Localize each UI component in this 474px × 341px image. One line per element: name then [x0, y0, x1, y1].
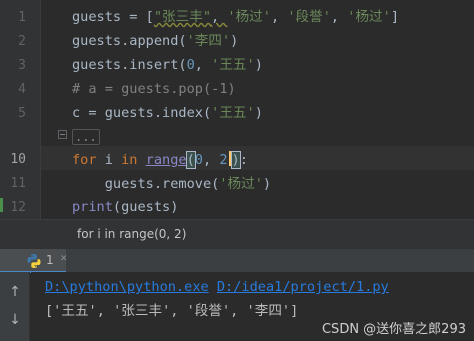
arrow-down-icon[interactable]: ↓ [8, 312, 22, 328]
line-number: 12 [10, 200, 26, 215]
string-literal: '杨过' [347, 9, 391, 25]
line-number-gutter: 1 2 3 4 5 10 11 12 [0, 0, 40, 219]
line-number: 5 [18, 106, 26, 121]
code-line[interactable]: guests.remove('杨过') [72, 172, 271, 196]
python-icon [27, 254, 41, 268]
separator: , [211, 9, 228, 25]
string-literal: '王五' [211, 105, 255, 121]
builtin-function: print [72, 199, 113, 215]
string-literal: '段誉' [287, 9, 331, 25]
run-tab[interactable]: 1 ✕ [0, 249, 68, 273]
bracket: [ [145, 9, 154, 25]
code-line[interactable]: guests = ["张三丰", '杨过', '段誉', '杨过'] [72, 5, 399, 29]
string-literal: '王五' [211, 57, 255, 73]
line-number: 10 [10, 152, 26, 167]
line-number: 3 [18, 58, 26, 73]
run-tool-window-tabs: 1 ✕ [0, 248, 474, 273]
code-text: i [96, 152, 122, 168]
breadcrumb-item[interactable]: for i in range(0, 2) [77, 227, 186, 241]
builtin-function[interactable]: range [146, 152, 187, 168]
code-text: guests.remove( [104, 176, 220, 192]
code-text: c = guests.index( [72, 105, 212, 121]
vcs-change-marker [0, 198, 3, 212]
code-text: (guests) [112, 199, 179, 215]
code-line-folded[interactable]: ... [72, 125, 100, 149]
keyword: for [72, 152, 97, 168]
watermark: CSDN @送你喜之郎293 [321, 322, 466, 337]
code-line[interactable]: guests.append('李四') [72, 29, 238, 53]
breadcrumb[interactable]: for i in range(0, 2) [0, 219, 474, 248]
code-text: ) [254, 105, 263, 121]
code-text: , [194, 57, 212, 73]
code-line[interactable]: c = guests.index('王五') [72, 101, 263, 125]
code-text: : [239, 152, 248, 168]
string-literal: '杨过' [227, 9, 271, 25]
identifier: guests [72, 9, 122, 25]
bracket: ] [390, 9, 400, 25]
code-text: ) [230, 33, 239, 49]
matched-paren: ) [230, 151, 241, 169]
interpreter-path-link[interactable]: D:\python\python.exe [45, 279, 209, 295]
line-number: 1 [18, 10, 26, 25]
run-side-toolbar: ↑ ↓ [0, 272, 30, 341]
number-literal: 0 [194, 152, 203, 168]
arrow-up-icon[interactable]: ↑ [8, 284, 22, 300]
code-text: ) [254, 57, 263, 73]
code-text: guests.append( [72, 33, 187, 49]
close-icon[interactable]: ✕ [60, 254, 68, 264]
run-tab-label: 1 [46, 253, 54, 267]
operator: = [121, 9, 146, 25]
string-literal: '杨过' [219, 176, 263, 192]
line-number: 2 [18, 34, 26, 49]
folded-code-placeholder[interactable]: ... [72, 129, 100, 145]
console-command-line: D:\python\python.exe D:/idea1/project/1.… [45, 277, 389, 297]
matched-paren: ( [185, 151, 196, 169]
string-literal: '李四' [186, 33, 231, 49]
code-line-current[interactable]: for i in range(0, 2): [72, 148, 248, 172]
separator: , [270, 9, 288, 25]
line-number: 4 [18, 82, 26, 97]
fold-toggle-icon[interactable] [58, 130, 67, 139]
number-literal: 2 [219, 152, 228, 168]
console-output: ['王五', '张三丰', '段誉', '李四'] [45, 303, 299, 319]
script-path-link[interactable]: D:/idea1/project/1.py [217, 279, 389, 295]
string-literal: "张三丰" [153, 9, 212, 25]
code-line[interactable]: print(guests) [72, 195, 178, 219]
code-text: guests.insert( [72, 57, 187, 73]
number-literal: 0 [186, 57, 195, 73]
code-editor[interactable]: 1 2 3 4 5 10 11 12 guests = ["张三丰", '杨过'… [0, 0, 474, 219]
separator: , [330, 9, 348, 25]
gutter-divider [40, 0, 41, 219]
code-text: ) [262, 176, 272, 192]
line-number: 11 [10, 176, 26, 191]
code-line[interactable]: guests.insert(0, '王五') [72, 53, 263, 77]
text-cursor [228, 151, 231, 166]
keyword: in [121, 152, 138, 168]
separator: , [202, 152, 220, 168]
code-line-comment[interactable]: # a = guests.pop(-1) [72, 77, 236, 101]
